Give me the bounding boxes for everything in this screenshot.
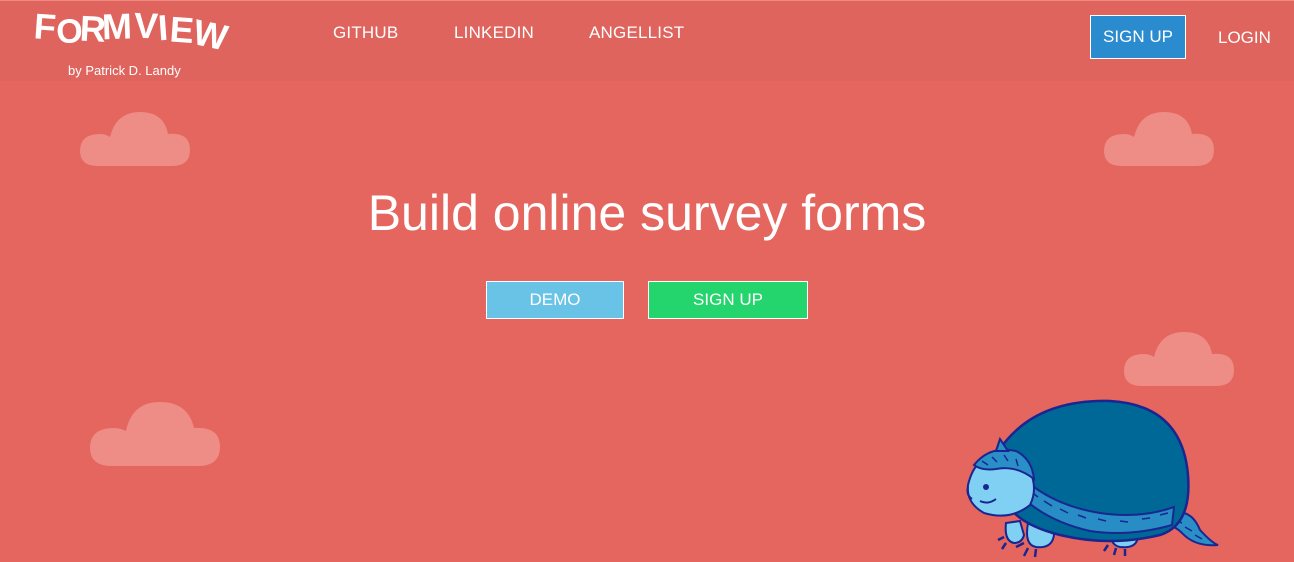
nav-link-github[interactable]: GITHUB bbox=[333, 23, 398, 43]
hero-title: Build online survey forms bbox=[367, 185, 927, 241]
cloud-icon bbox=[1104, 112, 1214, 166]
svg-text:F: F bbox=[34, 7, 57, 48]
demo-button[interactable]: DEMO bbox=[486, 281, 624, 319]
cloud-icon bbox=[1124, 332, 1234, 386]
cloud-icon bbox=[80, 112, 190, 166]
svg-text:W: W bbox=[190, 11, 232, 57]
svg-text:M: M bbox=[101, 7, 132, 47]
logo-byline: by Patrick D. Landy bbox=[68, 63, 181, 78]
cloud-icon bbox=[90, 402, 220, 466]
nav-link-linkedin[interactable]: LINKEDIN bbox=[454, 23, 534, 43]
armadillo-illustration bbox=[966, 399, 1219, 558]
navbar: F O R M V I E W by Patrick D. Landy GITH… bbox=[0, 0, 1294, 81]
formview-logo-icon: F O R M V I E W bbox=[34, 7, 232, 57]
hero-signup-button[interactable]: SIGN UP bbox=[648, 281, 808, 319]
nav-link-angellist[interactable]: ANGELLIST bbox=[589, 23, 684, 43]
logo[interactable]: F O R M V I E W by Patrick D. Landy bbox=[34, 7, 234, 81]
svg-text:V: V bbox=[133, 7, 158, 46]
nav-login-link[interactable]: LOGIN bbox=[1218, 28, 1271, 48]
nav-signup-button[interactable]: SIGN UP bbox=[1090, 15, 1186, 59]
svg-text:I: I bbox=[157, 7, 170, 48]
